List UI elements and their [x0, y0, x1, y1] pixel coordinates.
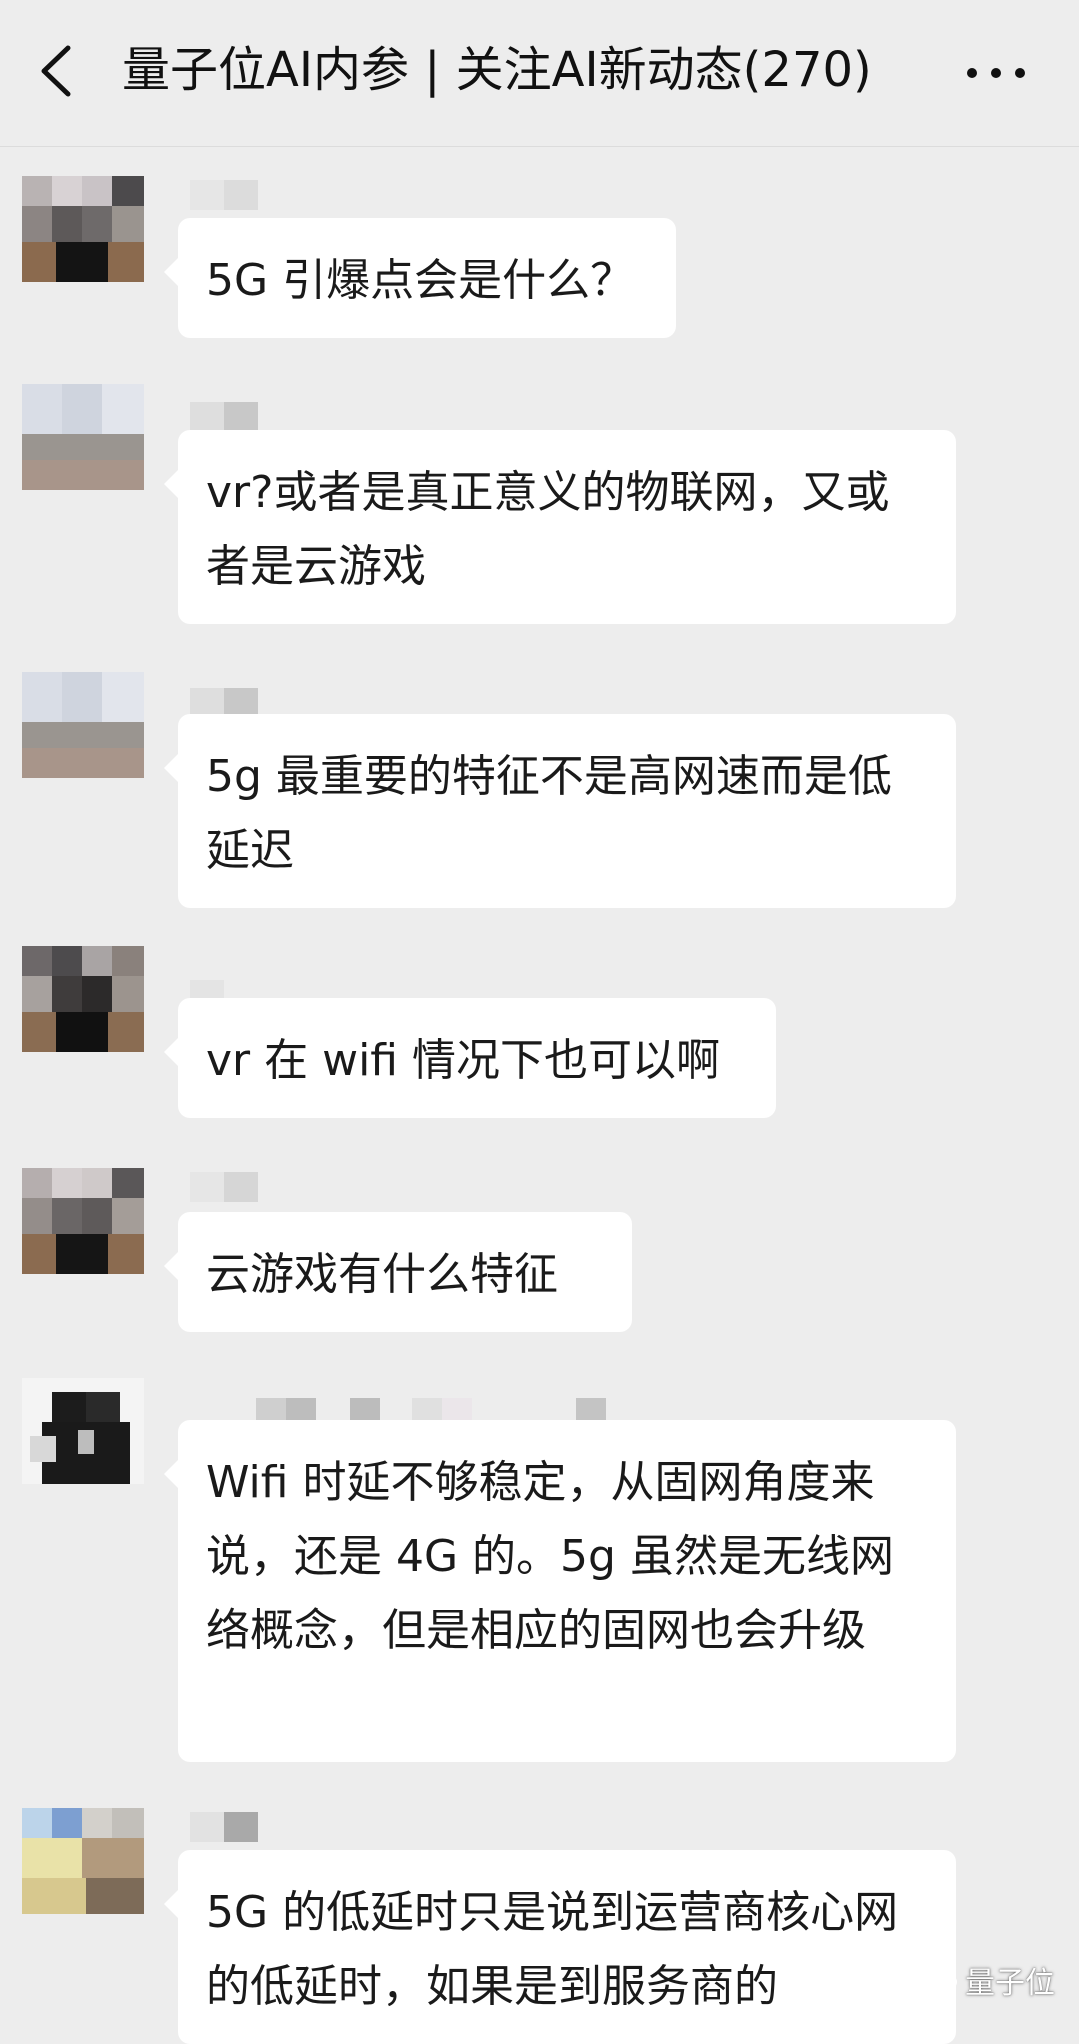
message-text: 5G 的低延时只是说到运营商核心网的低延时，如果是到服务商的	[206, 1887, 899, 2012]
message-bubble[interactable]: 5g 最重要的特征不是高网速而是低延迟	[164, 714, 956, 908]
avatar[interactable]	[22, 1168, 144, 1274]
message-text: 5G 引爆点会是什么？	[206, 255, 635, 306]
wechat-official-account-icon	[926, 1968, 957, 1990]
message-bubble[interactable]: 5G 引爆点会是什么？	[164, 218, 676, 338]
sender-nickname	[190, 1168, 260, 1204]
message-text: 云游戏有什么特征	[206, 1249, 558, 1300]
chevron-left-icon	[41, 45, 71, 97]
avatar[interactable]	[22, 1808, 144, 1914]
message-text: Wifi 时延不够稳定，从固网角度来说，还是 4G 的。5g 虽然是无线网络概念…	[206, 1457, 894, 1656]
avatar[interactable]	[22, 176, 144, 282]
avatar[interactable]	[22, 1378, 144, 1484]
watermark-text: 量子位	[965, 1966, 1055, 2001]
message-bubble[interactable]: 云游戏有什么特征	[164, 1212, 632, 1332]
message-bubble[interactable]: vr 在 wifi 情况下也可以啊	[164, 998, 776, 1118]
message-text: vr?或者是真正意义的物联网，又或者是云游戏	[206, 467, 890, 592]
avatar[interactable]	[22, 672, 144, 778]
message-bubble[interactable]: vr?或者是真正意义的物联网，又或者是云游戏	[164, 430, 956, 624]
message-text: vr 在 wifi 情况下也可以啊	[206, 1035, 721, 1086]
ellipsis-icon	[967, 68, 1025, 78]
message-text: 5g 最重要的特征不是高网速而是低延迟	[206, 751, 892, 876]
sender-nickname	[190, 1808, 260, 1844]
message-bubble[interactable]: Wifi 时延不够稳定，从固网角度来说，还是 4G 的。5g 虽然是无线网络概念…	[164, 1420, 956, 1762]
sender-nickname	[190, 176, 260, 212]
chat-header: 量子位AI内参 | 关注AI新动态(270)	[0, 0, 1079, 147]
sender-nickname	[190, 398, 260, 434]
more-options-button[interactable]	[962, 48, 1032, 98]
avatar[interactable]	[22, 384, 144, 490]
message-bubble[interactable]: 5G 的低延时只是说到运营商核心网的低延时，如果是到服务商的	[164, 1850, 956, 2044]
watermark: 量子位	[925, 1958, 1055, 2002]
avatar[interactable]	[22, 946, 144, 1052]
chat-title: 量子位AI内参 | 关注AI新动态(270)	[122, 42, 872, 98]
back-button[interactable]	[30, 36, 90, 106]
